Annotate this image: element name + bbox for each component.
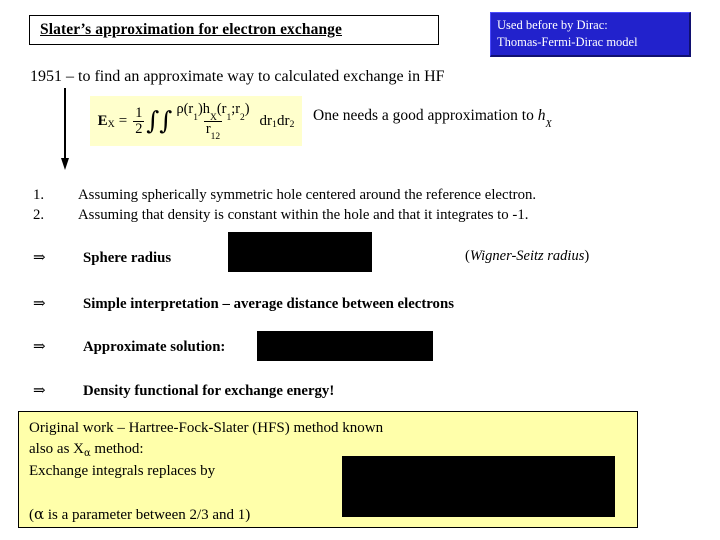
approximate-solution-formula-redacted (257, 331, 433, 361)
formula-h-close: ) (244, 100, 250, 117)
double-arrow-icon: ⇒ (33, 383, 46, 399)
bullet-label: Sphere radius (83, 250, 172, 266)
list-item-index: 2. (33, 207, 45, 223)
hfs-line-4: (α is a parameter between 2/3 and 1) (29, 505, 250, 524)
formula-den-sub: 12 (210, 132, 221, 143)
formula-rho-sub: 1 (193, 112, 198, 123)
formula-h-sub1: 1 (226, 112, 232, 123)
list-item: 2. Assuming that density is constant wit… (33, 205, 536, 225)
formula-half-numerator: 1 (135, 104, 143, 121)
formula-dr1-sub: 1 (272, 118, 277, 130)
formula-h-open: (r (216, 100, 227, 117)
sphere-radius-formula-redacted (228, 232, 372, 272)
bullet-label: Density functional for exchange energy! (83, 383, 335, 399)
intro-statement: 1951 – to find an approximate way to cal… (30, 68, 445, 85)
bullet-label: Approximate solution: (83, 339, 226, 355)
formula-h-semi: ;r (231, 100, 240, 117)
exchange-integral-formula-redacted (342, 456, 615, 517)
formula-dr2-sub: 2 (289, 118, 295, 130)
list-item: 1. Assuming spherically symmetric hole c… (33, 185, 536, 205)
formula-expression: EX = 1 2 ∫ ∫ ρ(r1)hX(r1;r2) r12 dr 1 dr 2 (97, 100, 295, 143)
formula-half-denominator: 2 (133, 120, 145, 137)
hfs-line-2-b: method: (90, 441, 144, 457)
formula-rho: ρ(r (176, 100, 194, 117)
slide-title-box: Slater’s approximation for electron exch… (29, 15, 439, 45)
formula-rho-close: )h (197, 100, 210, 117)
list-item-label: Assuming that density is constant within… (78, 207, 529, 223)
bullet-label: Simple interpretation – average distance… (83, 296, 454, 312)
formula-lhs-sub: X (107, 118, 115, 130)
hfs-line-2-a: also as X (29, 441, 84, 457)
callout-line-1: Used before by Dirac: (497, 18, 608, 32)
hfs-line-2: also as Xα method: (29, 439, 383, 461)
approximation-note: One needs a good approximation to hX (313, 107, 552, 131)
callout-box-dirac: Used before by Dirac: Thomas-Fermi-Dirac… (490, 12, 691, 57)
page-title: Slater’s approximation for electron exch… (40, 21, 343, 39)
bullet-simple-interpretation: ⇒ Simple interpretation – average distanc… (33, 294, 454, 313)
formula-one-half: 1 2 (133, 104, 145, 137)
formula-equals: = (118, 112, 128, 129)
double-arrow-icon: ⇒ (33, 250, 46, 266)
approximation-note-text: One needs a good approximation to (313, 107, 538, 124)
hfs-line-4-b: is a parameter between 2/3 and 1) (44, 507, 251, 523)
hfs-method-panel: Original work – Hartree-Fock-Slater (HFS… (18, 411, 638, 528)
double-arrow-icon: ⇒ (33, 339, 46, 355)
bullet-density-functional: ⇒ Density functional for exchange energy! (33, 381, 334, 400)
bullet-sphere-radius: ⇒ Sphere radius (33, 248, 171, 267)
formula-fraction-denominator: r12 (203, 120, 223, 143)
assumptions-list: 1. Assuming spherically symmetric hole c… (33, 185, 536, 225)
formula-dr2: dr (276, 112, 290, 129)
formula-h-sub2: 2 (240, 112, 245, 123)
exchange-energy-formula: EX = 1 2 ∫ ∫ ρ(r1)hX(r1;r2) r12 dr 1 dr 2 (90, 96, 302, 146)
list-item-index: 1. (33, 187, 45, 203)
formula-h-sub: X (209, 112, 217, 123)
hfs-line-3: Exchange integrals replaces by (29, 463, 216, 479)
bullet-approximate-solution: ⇒ Approximate solution: (33, 337, 225, 356)
double-arrow-icon: ⇒ (33, 296, 46, 312)
formula-dr1: dr (259, 112, 273, 129)
down-arrow-icon (61, 88, 69, 170)
callout-line-2: Thomas-Fermi-Dirac model (497, 35, 638, 49)
formula-integral-2: ∫ (159, 106, 173, 136)
wigner-close-paren: ) (584, 248, 590, 264)
hfs-panel-text: Original work – Hartree-Fock-Slater (HFS… (29, 418, 383, 482)
hfs-line-2-sub: α (84, 448, 91, 460)
hfs-alpha-symbol: α (34, 505, 45, 523)
wigner-label: Wigner-Seitz radius (469, 248, 585, 264)
approximation-note-sub: X (545, 119, 552, 131)
formula-integral-1: ∫ (146, 106, 160, 136)
formula-lhs-var: E (97, 112, 108, 129)
formula-fraction-numerator: ρ(r1)hX(r1;r2) (174, 100, 251, 123)
list-item-label: Assuming spherically symmetric hole cent… (78, 187, 537, 203)
slide-canvas: Slater’s approximation for electron exch… (0, 0, 720, 540)
formula-main-fraction: ρ(r1)hX(r1;r2) r12 (174, 100, 251, 143)
hfs-line-1: Original work – Hartree-Fock-Slater (HFS… (29, 420, 384, 436)
wigner-seitz-note: (Wigner-Seitz radius) (465, 248, 589, 265)
